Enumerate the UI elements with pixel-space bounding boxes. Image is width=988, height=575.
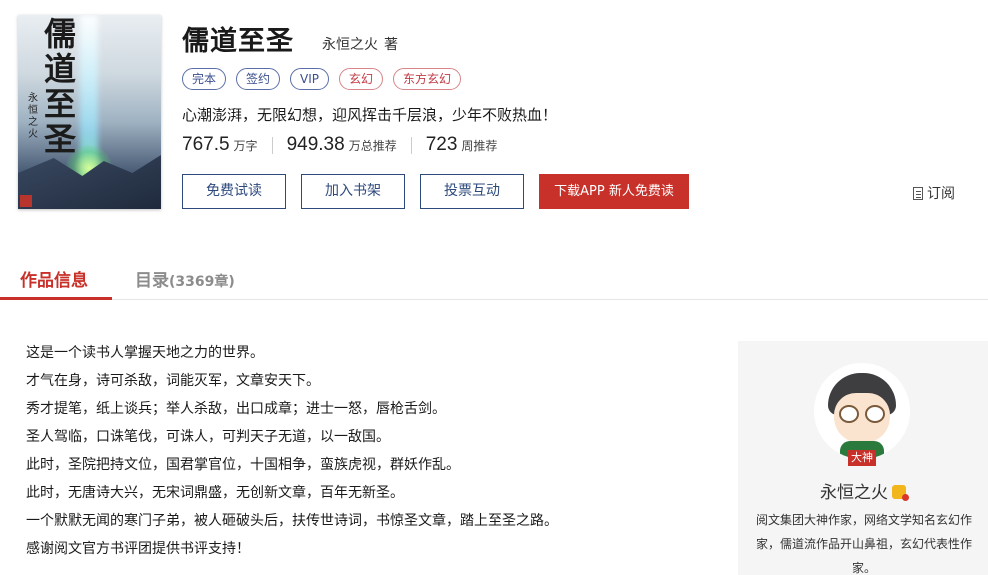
author-description: 阅文集团大神作家，网络文学知名玄幻作家，儒道流作品开山鼻祖，玄幻代表性作家。 <box>755 513 972 575</box>
author-card-name[interactable]: 永恒之火 <box>820 483 888 503</box>
tab-divider <box>0 299 988 300</box>
document-icon <box>913 186 923 200</box>
tag-genre[interactable]: 玄幻 <box>339 68 384 90</box>
free-read-button[interactable]: 免费试读 <box>182 174 286 209</box>
cover-title: 儒道至圣 <box>43 15 76 158</box>
author-rank-badge: 大神 <box>848 450 876 466</box>
book-title: 儒道至圣 <box>182 26 294 57</box>
chapter-count: (3369章) <box>169 274 235 290</box>
author-suffix: 著 <box>384 37 398 53</box>
tag-completed: 完本 <box>182 68 227 90</box>
synopsis-line: 感谢阅文官方书评团提供书评支持！ <box>26 541 250 557</box>
stat-value: 949.38 <box>286 134 345 155</box>
synopsis-line: 圣人驾临，口诛笔伐，可诛人，可判天子无道，以一敌国。 <box>26 429 390 445</box>
stat-unit: 周推荐 <box>461 139 498 153</box>
avatar-glasses-right <box>865 405 885 423</box>
book-intro: 心潮澎湃，无限幻想，迎风挥击千层浪，少年不败热血！ <box>182 106 558 124</box>
tag-subgenre[interactable]: 东方玄幻 <box>393 68 462 90</box>
synopsis-line: 秀才提笔，纸上谈兵；举人杀敌，出口成章；进士一怒，唇枪舌剑。 <box>26 401 446 417</box>
synopsis-line: 这是一个读书人掌握天地之力的世界。 <box>26 345 264 361</box>
author-line: 永恒之火著 <box>322 34 398 54</box>
tag-signed: 签约 <box>236 68 281 90</box>
crown-icon <box>892 485 909 501</box>
author-card: 大神 永恒之火 阅文集团大神作家，网络文学知名玄幻作家，儒道流作品开山鼻祖，玄幻… <box>738 341 988 575</box>
book-cover[interactable]: 儒道至圣 永恒之火 <box>18 15 161 209</box>
tab-catalog-label: 目录 <box>135 271 169 291</box>
stat-word-count: 767.5 万字 <box>182 134 258 156</box>
tag-vip: VIP <box>290 68 330 90</box>
divider <box>271 136 273 154</box>
download-app-button[interactable]: 下载APP 新人免费读 <box>539 174 689 209</box>
synopsis-line: 此时，无唐诗大兴，无宋词鼎盛，无创新文章，百年无新圣。 <box>26 485 404 501</box>
stat-unit: 万总推荐 <box>348 139 397 153</box>
synopsis-line: 才气在身，诗可杀敌，词能灭军，文章安天下。 <box>26 373 320 389</box>
stat-value: 767.5 <box>182 134 230 155</box>
add-to-shelf-button[interactable]: 加入书架 <box>301 174 405 209</box>
vote-button[interactable]: 投票互动 <box>420 174 524 209</box>
stat-value: 723 <box>425 134 458 155</box>
tab-work-info[interactable]: 作品信息 <box>20 266 88 291</box>
divider <box>410 136 412 154</box>
author-avatar[interactable] <box>814 363 910 459</box>
synopsis: 这是一个读书人掌握天地之力的世界。 才气在身，诗可杀敌，词能灭军，文章安天下。 … <box>26 339 706 563</box>
active-tab-indicator <box>0 297 112 300</box>
tag-list: 完本 签约 VIP 玄幻 东方玄幻 <box>182 68 462 90</box>
stat-total-recommend: 949.38 万总推荐 <box>287 134 397 156</box>
author-link[interactable]: 永恒之火 <box>322 37 378 53</box>
subscribe-button[interactable]: 订阅 <box>913 183 955 203</box>
stat-unit: 万字 <box>233 139 258 153</box>
subscribe-label: 订阅 <box>927 186 955 202</box>
author-card-name-line: 永恒之火 <box>738 478 988 503</box>
synopsis-line: 一个默默无闻的寒门子弟，被人砸破头后，扶传世诗词，书惊圣文章，踏上至圣之路。 <box>26 513 558 529</box>
book-stats: 767.5 万字 949.38 万总推荐 723 周推荐 <box>182 134 497 156</box>
tab-catalog[interactable]: 目录(3369章) <box>135 266 235 291</box>
stat-weekly-recommend: 723 周推荐 <box>426 134 498 156</box>
cover-author: 永恒之火 <box>28 93 38 140</box>
synopsis-line: 此时，圣院把持文位，国君掌官位，十国相争，蛮族虎视，群妖作乱。 <box>26 457 460 473</box>
cover-seal <box>20 195 32 207</box>
avatar-glasses-left <box>839 405 859 423</box>
